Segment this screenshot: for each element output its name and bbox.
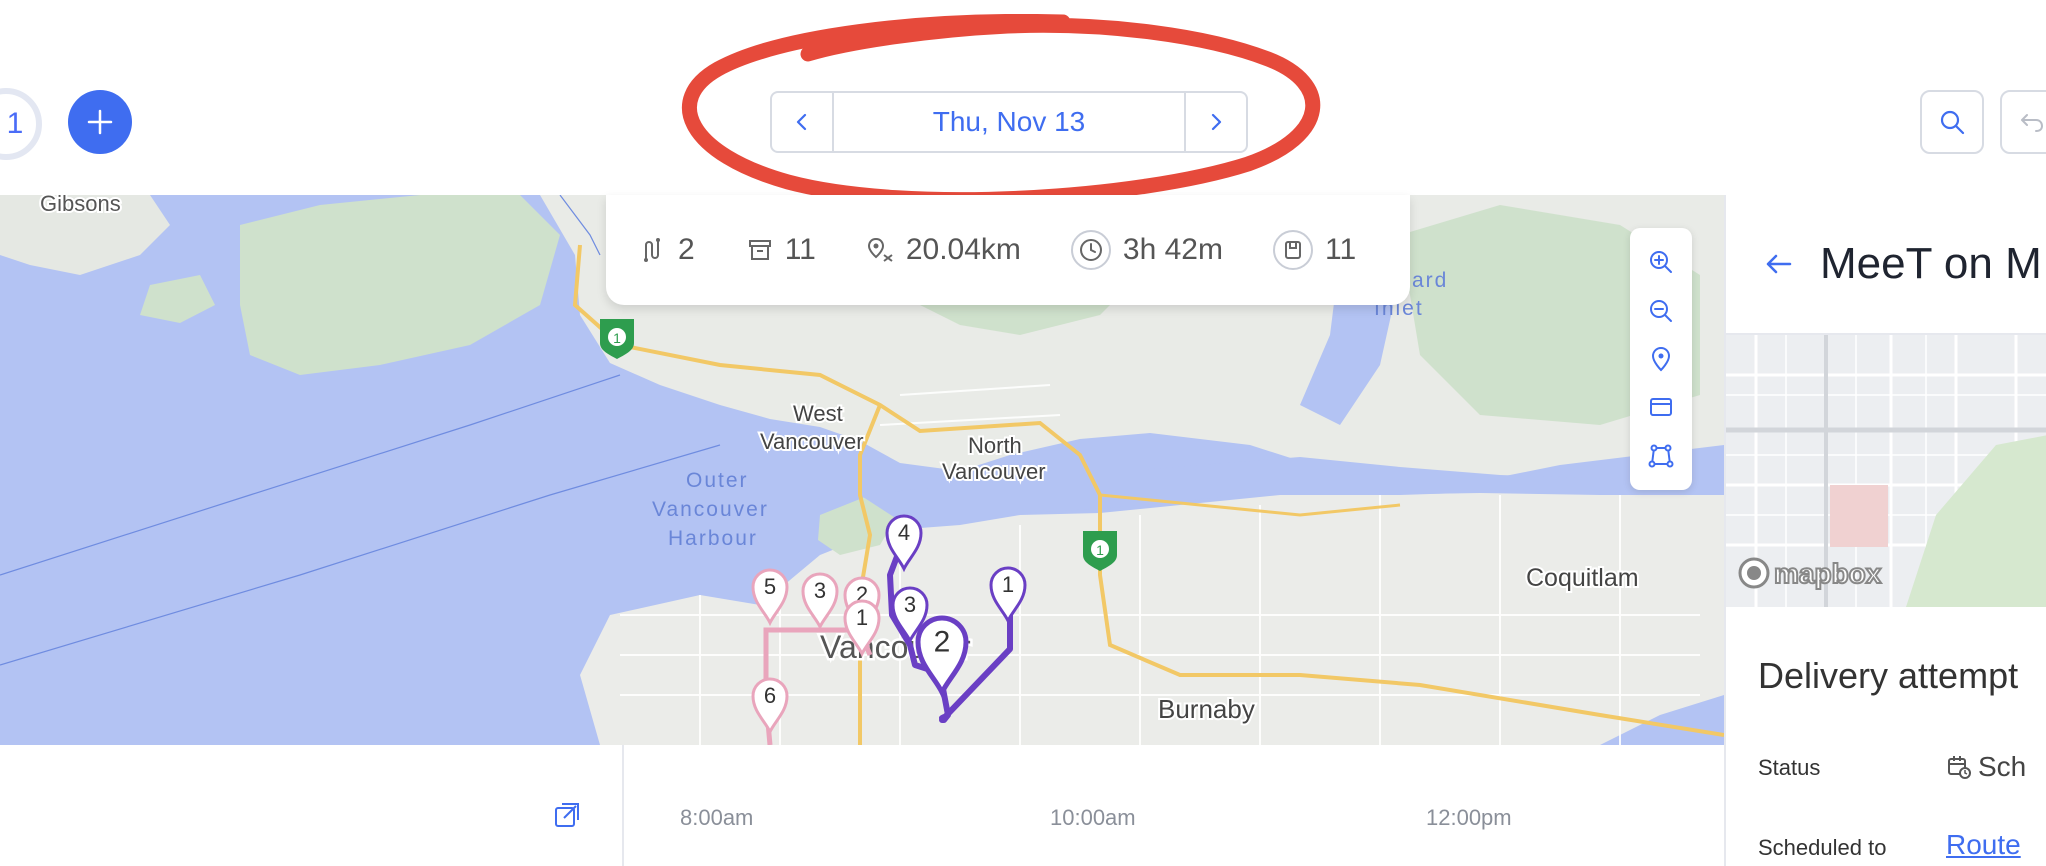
map-stop-marker-label: 5	[764, 574, 776, 599]
next-day-button[interactable]	[1184, 93, 1246, 151]
route-list-panel	[0, 745, 624, 866]
date-navigator: Thu, Nov 13	[770, 91, 1248, 153]
timeline-tick-12pm: 12:00pm	[1426, 805, 1512, 830]
map-stop-marker-label: 1	[1002, 572, 1014, 597]
clock-icon	[1070, 230, 1111, 270]
label-north-vancouver-2: Vancouver	[942, 459, 1046, 484]
timeline-tick-10am: 10:00am	[1050, 805, 1136, 830]
route-icon	[644, 238, 660, 262]
stat-orders-value: 11	[1325, 233, 1357, 266]
map-stop-marker-label: 3	[814, 578, 826, 603]
stat-distance-value: 20.04km	[905, 233, 1021, 266]
stat-stops-value: 11	[784, 233, 816, 266]
stat-routes-value: 2	[678, 233, 695, 266]
undo-icon	[2021, 114, 2043, 132]
map-stop-marker-label: 1	[856, 605, 868, 630]
stat-orders: 11	[1273, 230, 1356, 270]
map-stop-marker-label: 4	[898, 520, 910, 545]
lasso-select-icon[interactable]	[1646, 441, 1676, 471]
previous-day-button[interactable]	[772, 93, 834, 151]
label-north-vancouver-1: North	[968, 433, 1022, 458]
island-center	[240, 195, 560, 375]
map-stop-marker-label: 3	[904, 592, 916, 617]
timeline[interactable]: 8:00am 10:00am 12:00pm	[624, 745, 1724, 866]
stat-routes: 2	[638, 233, 695, 267]
location-pin-icon[interactable]	[1646, 344, 1676, 374]
stat-duration-value: 3h 42m	[1122, 233, 1223, 266]
mapbox-text: mapbox	[1774, 558, 1882, 589]
map-stop-marker-label: 6	[764, 683, 776, 708]
distance-pin-icon	[867, 237, 893, 262]
label-gibsons: Gibsons	[40, 195, 121, 216]
layout-panel-icon[interactable]	[1646, 392, 1676, 422]
undo-button[interactable]	[2000, 90, 2046, 154]
plus-icon	[87, 109, 113, 135]
label-outer-2: Vancouver	[652, 498, 769, 521]
zoom-in-icon[interactable]	[1646, 247, 1676, 277]
mini-map-block	[1830, 485, 1888, 547]
map-tools	[1630, 228, 1692, 490]
map-stop-marker-label: 2	[934, 626, 951, 659]
highway-shield-1-label: 1	[613, 330, 621, 346]
stop-detail-panel: MeeT on M mapbox Delivery attempt Status…	[1724, 195, 2046, 866]
panel-title: MeeT on M	[1820, 239, 2042, 288]
label-burnaby: Burnaby	[1158, 694, 1255, 724]
stat-stops: 11	[745, 233, 816, 267]
chevron-left-icon	[796, 113, 807, 131]
search-icon	[1940, 110, 1965, 135]
stat-duration: 3h 42m	[1070, 230, 1223, 270]
label-inlet-1: ard	[1412, 269, 1448, 292]
route-stats-card: 2 11 20.04km 3h 42m 11	[606, 195, 1410, 305]
status-value: Sch	[1946, 751, 2026, 783]
scheduled-route-link[interactable]: Route	[1946, 829, 2021, 861]
island-small	[140, 275, 215, 323]
label-outer-3: Harbour	[668, 527, 758, 550]
status-label: Status	[1758, 755, 1821, 780]
label-west-vancouver-2: Vancouver	[760, 429, 864, 454]
mini-map-park	[1906, 435, 2046, 607]
delivery-attempt-title: Delivery attempt	[1758, 655, 2019, 696]
mini-map[interactable]: mapbox	[1726, 335, 2046, 607]
label-west-vancouver-1: West	[793, 401, 843, 426]
timeline-tick-8am: 8:00am	[680, 805, 754, 830]
calendar-clock-icon	[1948, 756, 1971, 779]
label-coquitlam: Coquitlam	[1526, 564, 1639, 592]
mapbox-logo: mapbox	[1738, 557, 1883, 590]
order-box-icon	[1273, 230, 1313, 270]
partial-count-button[interactable]: 1	[0, 88, 42, 160]
stop-icon	[748, 240, 771, 260]
status-value-text: Sch	[1978, 751, 2027, 782]
add-button[interactable]	[68, 90, 132, 154]
ferry-line-1	[0, 374, 621, 576]
stat-distance: 20.04km	[866, 233, 1021, 267]
panel-header: MeeT on M	[1726, 195, 2046, 335]
chevron-right-icon	[1211, 113, 1222, 131]
open-external-icon[interactable]	[552, 800, 582, 830]
top-toolbar: 1 Thu, Nov 13	[0, 0, 2046, 204]
label-outer-1: Outer	[686, 469, 749, 492]
zoom-out-icon[interactable]	[1646, 296, 1676, 326]
scheduled-label: Scheduled to	[1758, 835, 1887, 860]
partial-count-text: 1	[6, 107, 24, 140]
search-button[interactable]	[1920, 90, 1984, 154]
mini-map-canvas: mapbox	[1726, 335, 2046, 607]
back-arrow-icon[interactable]	[1762, 248, 1794, 280]
highway-shield-2-label: 1	[1096, 542, 1104, 558]
current-date[interactable]: Thu, Nov 13	[834, 93, 1184, 151]
